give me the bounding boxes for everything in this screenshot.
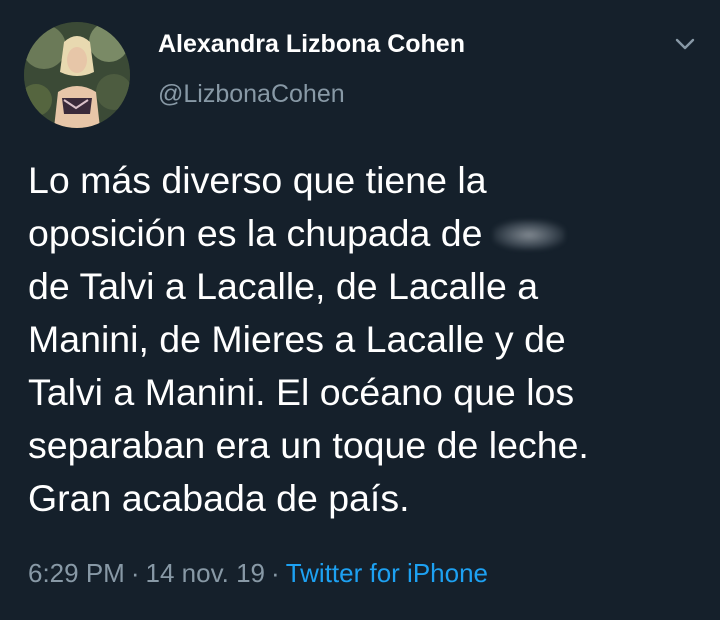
tweet-card: Alexandra Lizbona Cohen @LizbonaCohen Lo… <box>0 0 720 620</box>
user-handle[interactable]: @LizbonaCohen <box>158 80 345 109</box>
tweet-line: separaban era un toque de leche. <box>28 424 589 466</box>
chevron-down-icon[interactable] <box>672 34 698 54</box>
display-name[interactable]: Alexandra Lizbona Cohen <box>158 30 465 59</box>
meta-separator: · <box>271 558 280 588</box>
tweet-source-link[interactable]: Twitter for iPhone <box>286 558 488 588</box>
tweet-text: Lo más diverso que tiene la oposición es… <box>28 154 708 525</box>
tweet-line: Gran acabada de país. <box>28 477 410 519</box>
meta-separator: · <box>130 558 140 588</box>
avatar-photo-icon <box>24 22 130 128</box>
tweet-line: Manini, de Mieres a Lacalle y de <box>28 318 566 360</box>
tweet-line: de Talvi a Lacalle, de Lacalle a <box>28 265 539 307</box>
tweet-time[interactable]: 6:29 PM <box>28 558 125 588</box>
tweet-line-with-redaction: oposición es la chupada de <box>28 207 708 260</box>
tweet-line: oposición es la chupada de <box>28 212 483 254</box>
tweet-line: Lo más diverso que tiene la <box>28 159 487 201</box>
redaction-blur <box>492 220 565 250</box>
avatar[interactable] <box>24 22 130 128</box>
tweet-line: Talvi a Manini. El océano que los <box>28 371 575 413</box>
tweet-meta: 6:29 PM · 14 nov. 19 · Twitter for iPhone <box>28 558 488 589</box>
tweet-date[interactable]: 14 nov. 19 <box>146 558 266 588</box>
